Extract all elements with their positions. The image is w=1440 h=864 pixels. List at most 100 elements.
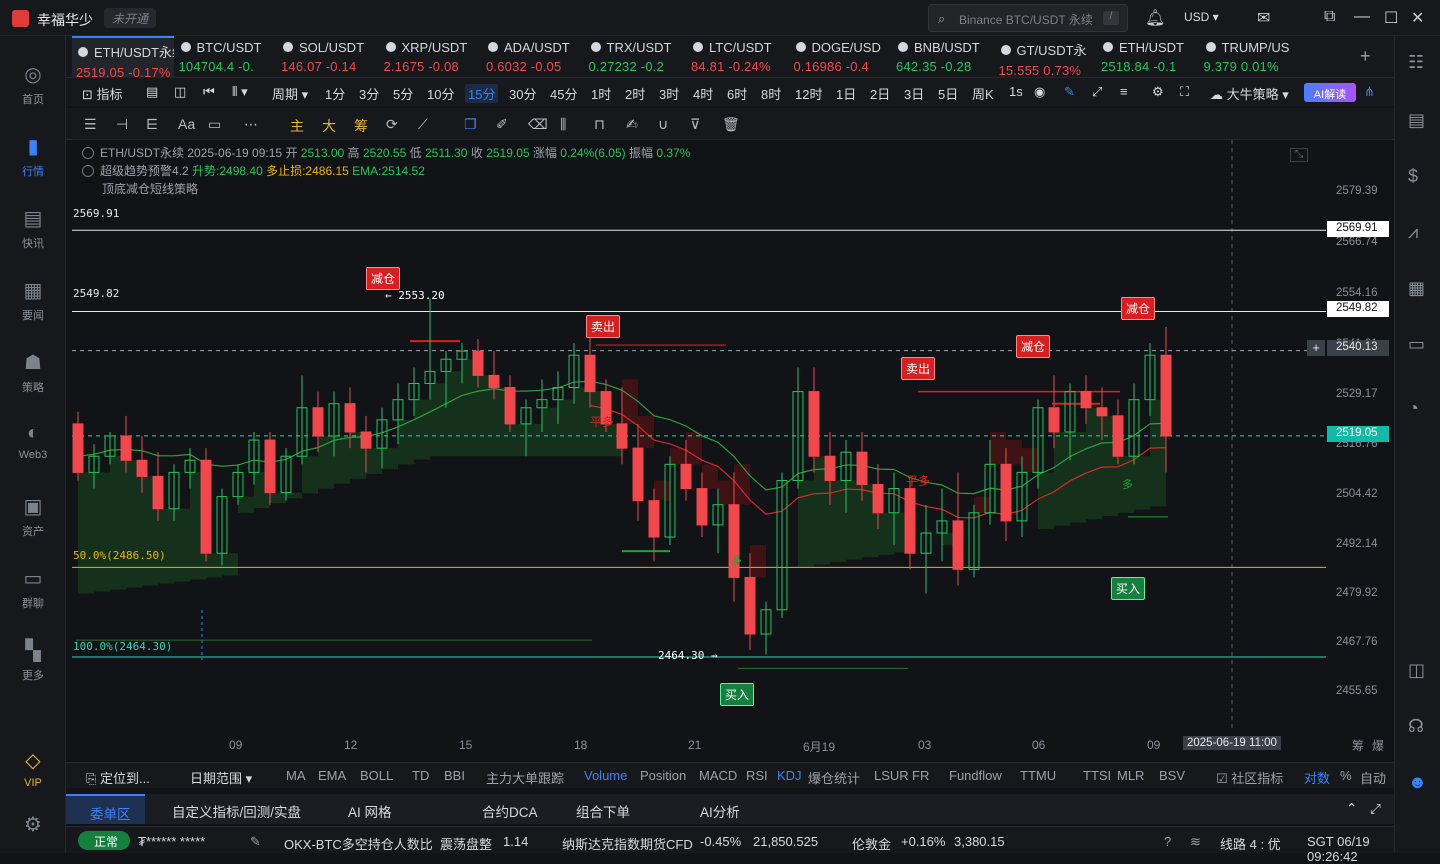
sub-indicator[interactable]: TTSI xyxy=(1083,768,1111,783)
candle-body[interactable] xyxy=(200,459,212,554)
chart-type-icon[interactable]: ⫴ ▾ xyxy=(232,84,248,100)
candle-body[interactable] xyxy=(152,475,164,510)
hline-tool-icon[interactable]: ⊣ xyxy=(116,116,128,133)
network-line[interactable]: 线路 4 : 优 xyxy=(1220,834,1281,853)
share-icon[interactable]: ⋔ xyxy=(1364,84,1375,100)
nav-assets[interactable]: ▣ 资产 xyxy=(0,494,66,539)
log-scale-toggle[interactable]: 对数 xyxy=(1304,768,1330,787)
sub-indicator[interactable]: TTMU xyxy=(1020,768,1056,783)
account-status-badge[interactable]: 未开通 xyxy=(104,8,157,28)
timeframe-17[interactable]: 5日 xyxy=(938,84,958,103)
trash-icon[interactable]: 🗑︎ xyxy=(722,116,740,133)
search-input[interactable]: ⌕ Binance BTC/USDT 永续 / xyxy=(928,4,1128,32)
close-icon[interactable]: ✕ xyxy=(1411,8,1424,28)
candle-body[interactable] xyxy=(744,576,756,635)
candle-body[interactable] xyxy=(856,451,868,486)
nav-vip[interactable]: ◇ VIP xyxy=(0,748,66,789)
pencil-icon[interactable]: ✎ xyxy=(250,834,261,850)
candle-body[interactable] xyxy=(1160,354,1172,437)
sub-indicator[interactable]: BSV xyxy=(1159,768,1185,783)
ticker-3-name[interactable]: 伦敦金 xyxy=(852,834,891,853)
card-icon[interactable]: ▭ xyxy=(1408,334,1425,355)
candle-body[interactable] xyxy=(648,500,660,538)
candle-body[interactable] xyxy=(616,423,628,449)
candles-tool-icon[interactable]: ⫼ xyxy=(560,116,566,133)
expand-pane-icon[interactable]: ⤢ xyxy=(1370,794,1381,824)
candle-body[interactable] xyxy=(312,407,324,437)
candle-body[interactable] xyxy=(808,391,820,457)
symbol-tab[interactable]: LTC/USDT 84.81 -0.24% xyxy=(687,36,789,78)
sub-indicator[interactable]: MACD xyxy=(699,768,737,783)
symbol-tab[interactable]: ETH/USDT 2518.84 -0.1 xyxy=(1097,36,1199,78)
candle-body[interactable] xyxy=(632,447,644,502)
timeframe-10[interactable]: 4时 xyxy=(693,84,713,103)
symbol-tab[interactable]: GT/USDT永 15.555 0.73% xyxy=(995,36,1097,78)
candle-body[interactable] xyxy=(680,463,692,490)
mail-icon[interactable]: ✉ xyxy=(1257,8,1270,28)
timeframe-11[interactable]: 6时 xyxy=(727,84,747,103)
filter-icon[interactable]: ⊽ xyxy=(690,116,700,133)
settings-button[interactable]: ⚙ xyxy=(0,812,66,841)
analysis-icon[interactable]: ⩘ xyxy=(1408,222,1418,243)
price-tag-hover[interactable]: 2540.13 xyxy=(1327,340,1389,356)
dollar-icon[interactable]: $ xyxy=(1408,166,1418,187)
chart-maximize-icon[interactable]: ⤡ xyxy=(1290,148,1308,162)
candle-body[interactable] xyxy=(120,435,132,461)
pane-tab[interactable]: 自定义指标/回测/实盘 xyxy=(172,794,301,824)
sub-indicator[interactable]: Position xyxy=(640,768,686,783)
timeframe-12[interactable]: 8时 xyxy=(761,84,781,103)
date-range-select[interactable]: 日期范围 ▾ xyxy=(190,768,252,787)
edit-icon[interactable]: ✍ xyxy=(626,116,638,133)
candle-body[interactable] xyxy=(488,374,500,389)
candle-body[interactable] xyxy=(1112,415,1124,457)
locate-button[interactable]: ⎘ 定位到... xyxy=(86,768,150,787)
menu-icon[interactable]: ☰ xyxy=(84,116,97,133)
candle-body[interactable] xyxy=(72,423,84,473)
timeframe-2[interactable]: 5分 xyxy=(393,84,413,103)
refresh-icon[interactable]: ⟳ xyxy=(386,116,398,133)
candle-body[interactable] xyxy=(344,403,356,433)
visibility-toggle-icon[interactable] xyxy=(82,147,94,159)
maximize-icon[interactable]: ☐ xyxy=(1384,8,1398,28)
symbol-tab[interactable]: TRX/USDT 0.27232 -0.2 xyxy=(585,36,687,78)
nav-strategy[interactable]: ☗ 策略 xyxy=(0,350,66,395)
timeframe-6[interactable]: 45分 xyxy=(550,84,577,103)
candle-body[interactable] xyxy=(1048,407,1060,433)
nav-news[interactable]: ▦ 要闻 xyxy=(0,278,66,323)
nav-home[interactable]: ◎ 首页 xyxy=(0,62,66,107)
replay-icon[interactable]: ⏮ xyxy=(203,84,215,100)
overlay-indicator[interactable]: BBI xyxy=(444,768,465,783)
nav-flash-news[interactable]: ▤ 快讯 xyxy=(0,206,66,251)
timeframe-7[interactable]: 1时 xyxy=(591,84,611,103)
collapse-icon[interactable]: ⌃ xyxy=(1346,794,1357,824)
candle-body[interactable] xyxy=(136,459,148,477)
pane-tab[interactable]: 委单区 xyxy=(66,794,145,824)
brush-icon[interactable]: ⟋ xyxy=(418,116,428,133)
camera-icon[interactable]: ◉ xyxy=(1034,84,1045,100)
sub-indicator[interactable]: FR xyxy=(912,768,929,783)
minimize-icon[interactable]: — xyxy=(1354,8,1370,26)
sub-indicator[interactable]: 爆仓统计 xyxy=(808,768,860,787)
popout-icon[interactable]: ⧉ xyxy=(1324,8,1335,26)
symbol-tab[interactable]: ADA/USDT 0.6032 -0.05 xyxy=(482,36,584,78)
fullscreen-icon[interactable]: ⛶ xyxy=(1180,84,1189,100)
sub-indicator[interactable]: Volume xyxy=(584,768,627,783)
symbol-tab[interactable]: BTC/USDT 104704.4 -0. xyxy=(175,36,277,78)
nav-web3[interactable]: ◐ Web3 xyxy=(0,422,66,461)
lock-icon[interactable]: ⊓ xyxy=(594,116,605,133)
timeframe-3[interactable]: 10分 xyxy=(427,84,454,103)
nav-market[interactable]: ▮ 行情 xyxy=(0,134,66,179)
timeframe-5[interactable]: 30分 xyxy=(509,84,536,103)
watchlist-icon[interactable]: ☷ xyxy=(1408,52,1424,73)
timeframe-18[interactable]: 周K xyxy=(972,84,994,103)
big-order-toggle[interactable]: 大 xyxy=(322,116,336,136)
pen-icon[interactable]: ✐ xyxy=(496,116,508,133)
copy-icon[interactable]: ❐ xyxy=(464,116,477,133)
help-icon[interactable]: ? xyxy=(1164,834,1171,849)
symbol-tab[interactable]: TRUMP/US 9.379 0.01% xyxy=(1200,36,1302,78)
seconds-select[interactable]: 1s xyxy=(1009,84,1023,99)
ticker-1-name[interactable]: OKX-BTC多空持仓人数比 xyxy=(284,834,433,853)
pane-tab[interactable]: 合约DCA xyxy=(482,794,538,824)
overlay-indicator[interactable]: MA xyxy=(286,768,306,783)
gear-icon[interactable]: ⚙ xyxy=(1152,84,1164,100)
